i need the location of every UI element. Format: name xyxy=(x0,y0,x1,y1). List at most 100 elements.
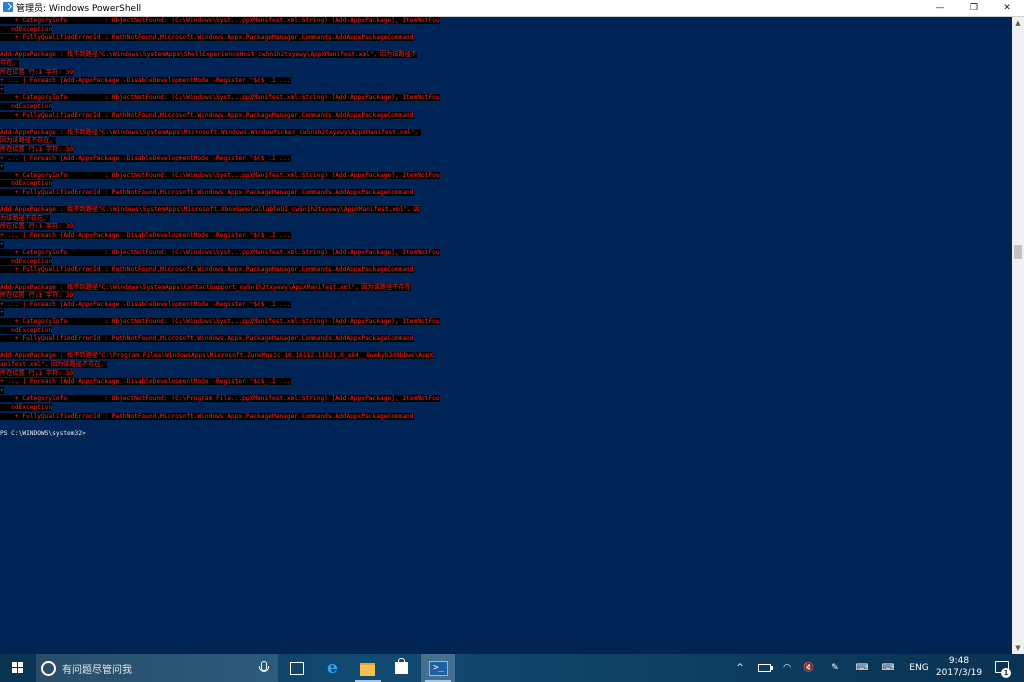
console-line-text: anifest.xml"，因为该路径不存在。 xyxy=(0,361,107,368)
notification-count-badge: 1 xyxy=(1001,668,1011,678)
console-line-text: 所在位置 行:1 字符: 39 xyxy=(0,223,74,231)
show-hidden-icons-button[interactable]: ^ xyxy=(732,654,748,682)
console-line-text: + ... | Foreach {Add-AppxPackage -Disabl… xyxy=(0,232,291,239)
console-line-text: + FullyQualifiedErrorId : PathNotFound,M… xyxy=(0,189,414,196)
console-error-line: Add-AppxPackage : 找不到路径"C:\Windows\Syste… xyxy=(0,51,417,59)
taskbar: 有问题尽管问我 e >_ ^ ◠ 🔇 ✎ ⌨ ⌨ xyxy=(0,654,1024,682)
console-line-text: + ... | Foreach {Add-AppxPackage -Disabl… xyxy=(0,154,291,162)
console-line-text: + CategoryInfo : ObjectNotFound: (C:\Win… xyxy=(0,17,440,24)
console-line-text: ndException xyxy=(0,180,53,188)
console-error-line: + FullyQualifiedErrorId : PathNotFound,M… xyxy=(0,34,414,42)
scroll-down-button[interactable]: ▼ xyxy=(1012,642,1024,654)
console-line-text: 所在位置 行:1 字符: 39 xyxy=(0,369,74,377)
console-line-text: Add-AppxPackage : 找不到路径"C:\Windows\Syste… xyxy=(0,206,420,214)
console-line-text: 为该路径不存在。 xyxy=(0,214,50,222)
microphone-icon[interactable] xyxy=(258,661,269,674)
language-indicator[interactable]: ENG xyxy=(905,654,933,682)
console-error-line: 所在位置 行:1 字符: 39 xyxy=(0,369,74,377)
console-error-line: Add-AppxPackage : 找不到路径"C:\Windows\Syste… xyxy=(0,283,411,291)
console-error-line: + FullyQualifiedErrorId : PathNotFound,M… xyxy=(0,189,414,196)
console-error-line: + FullyQualifiedErrorId : PathNotFound,M… xyxy=(0,412,414,420)
minimize-button[interactable]: — xyxy=(923,0,957,16)
console-error-line: + ... | Foreach {Add-AppxPackage -Disabl… xyxy=(0,300,291,308)
console-error-line: + FullyQualifiedErrorId : PathNotFound,M… xyxy=(0,335,414,343)
console-line-text: ndException xyxy=(0,404,53,411)
console-error-line: + xyxy=(0,85,4,93)
console-line-text: Add-AppxPackage : 找不到路径"C:\Program Files… xyxy=(0,352,434,360)
console-error-line: + xyxy=(0,309,4,317)
console-error-line: + ... | Foreach {Add-AppxPackage -Disabl… xyxy=(0,232,291,239)
vertical-scrollbar[interactable]: ▲ ▼ xyxy=(1012,17,1024,654)
powershell-icon xyxy=(3,2,13,12)
console-error-line: Add-AppxPackage : 找不到路径"C:\Windows\Syste… xyxy=(0,128,421,136)
console-line-text: Add-AppxPackage : 找不到路径"C:\Windows\Syste… xyxy=(0,283,411,291)
console-line-text: ndException xyxy=(0,103,53,110)
close-button[interactable]: ✕ xyxy=(990,0,1024,16)
clock-time: 9:48 xyxy=(948,656,970,666)
console-line-text: + CategoryInfo : ObjectNotFound: (C:\Win… xyxy=(0,249,440,257)
console-line-text: 所在位置 行:1 字符: 39 xyxy=(0,146,74,153)
window-title-bar[interactable]: 管理员: Windows PowerShell — ❐ ✕ xyxy=(0,0,1024,17)
ime-icon[interactable]: ⌨ xyxy=(878,654,898,682)
console-error-line: + ... | Foreach {Add-AppxPackage -Disabl… xyxy=(0,154,291,162)
cortana-search-box[interactable]: 有问题尽管问我 xyxy=(36,654,278,682)
scrollbar-thumb[interactable] xyxy=(1014,245,1022,259)
clock[interactable]: 9:48 2017/3/19 xyxy=(933,655,985,681)
console-line-text: ndException xyxy=(0,257,53,265)
powershell-button[interactable]: >_ xyxy=(421,654,455,682)
console-line-text: + xyxy=(0,163,4,171)
console-error-line: + ... | Foreach {Add-AppxPackage -Disabl… xyxy=(0,378,291,386)
store-icon xyxy=(395,658,408,674)
console-error-line: + CategoryInfo : ObjectNotFound: (C:\Pro… xyxy=(0,395,440,403)
windows-logo-icon xyxy=(12,662,24,674)
console-line-text: + FullyQualifiedErrorId : PathNotFound,M… xyxy=(0,335,414,343)
volume-muted-icon[interactable]: 🔇 xyxy=(800,654,818,682)
console-error-line: + xyxy=(0,386,4,394)
cortana-icon xyxy=(41,661,56,676)
console-error-line: 存在。 xyxy=(0,60,19,67)
console-error-line: Add-AppxPackage : 找不到路径"C:\Windows\Syste… xyxy=(0,206,420,214)
console-error-line: 所在位置 行:1 字符: 39 xyxy=(0,68,74,76)
powershell-taskbar-icon: >_ xyxy=(429,661,448,676)
console-error-line: + xyxy=(0,240,4,248)
console-output[interactable]: + CategoryInfo : ObjectNotFound: (C:\Win… xyxy=(0,17,1012,654)
console-error-line: + xyxy=(0,163,4,171)
console-line-text: + xyxy=(0,240,4,248)
clock-date: 2017/3/19 xyxy=(935,668,983,678)
console-line-text: + FullyQualifiedErrorId : PathNotFound,M… xyxy=(0,34,414,42)
console-error-line: 所在位置 行:1 字符: 39 xyxy=(0,292,74,300)
battery-icon[interactable] xyxy=(758,664,773,672)
touch-keyboard-icon[interactable]: ⌨ xyxy=(852,654,872,682)
task-view-button[interactable] xyxy=(279,654,313,682)
console-line-text: + CategoryInfo : ObjectNotFound: (C:\Win… xyxy=(0,318,440,325)
console-prompt: PS C:\WINDOWS\system32> xyxy=(0,430,86,437)
console-line-text: + ... | Foreach {Add-AppxPackage -Disabl… xyxy=(0,300,291,308)
file-explorer-button[interactable] xyxy=(351,654,385,682)
pen-workspace-icon[interactable]: ✎ xyxy=(826,654,844,682)
start-button[interactable] xyxy=(0,654,36,682)
console-error-line: + CategoryInfo : ObjectNotFound: (C:\Win… xyxy=(0,94,440,102)
edge-icon: e xyxy=(327,658,338,678)
console-error-line: ndException xyxy=(0,180,53,188)
console-error-line: + FullyQualifiedErrorId : PathNotFound,M… xyxy=(0,111,414,119)
console-line-text: + xyxy=(0,386,4,394)
console-error-line: 所在位置 行:1 字符: 39 xyxy=(0,146,74,153)
console-error-line: + CategoryInfo : ObjectNotFound: (C:\Win… xyxy=(0,171,440,179)
scroll-up-button[interactable]: ▲ xyxy=(1012,17,1024,29)
console-line-text: PS C:\WINDOWS\system32> xyxy=(0,429,86,437)
wifi-icon[interactable]: ◠ xyxy=(778,654,796,682)
console-line-text: + FullyQualifiedErrorId : PathNotFound,M… xyxy=(0,111,414,119)
console-error-line: ndException xyxy=(0,257,53,265)
store-button[interactable] xyxy=(385,654,419,682)
console-error-line: ndException xyxy=(0,326,53,334)
console-line-text: 所在位置 行:1 字符: 39 xyxy=(0,68,74,76)
restore-button[interactable]: ❐ xyxy=(957,0,991,16)
edge-button[interactable]: e xyxy=(317,654,351,682)
window-title: 管理员: Windows PowerShell xyxy=(16,4,142,14)
console-error-line: ndException xyxy=(0,25,53,33)
folder-icon xyxy=(360,663,375,676)
console-error-line: + CategoryInfo : ObjectNotFound: (C:\Win… xyxy=(0,249,440,257)
console-line-text: + CategoryInfo : ObjectNotFound: (C:\Pro… xyxy=(0,395,440,403)
console-error-line: Add-AppxPackage : 找不到路径"C:\Program Files… xyxy=(0,352,434,360)
console-line-text: + ... | Foreach {Add-AppxPackage -Disabl… xyxy=(0,77,291,85)
